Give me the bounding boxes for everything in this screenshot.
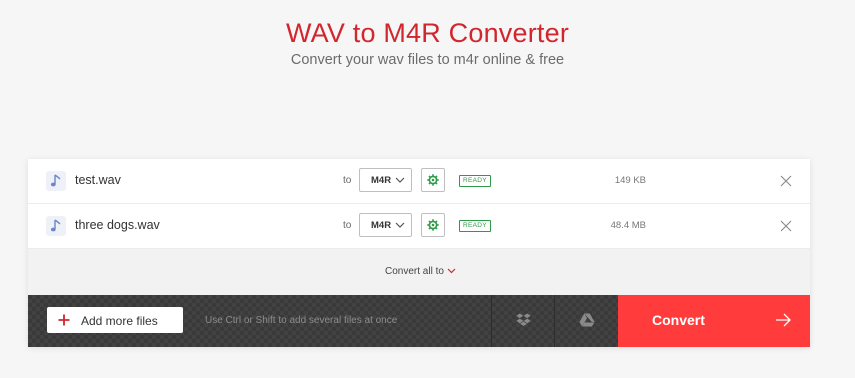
convert-label: Convert (652, 312, 705, 328)
to-label: to (343, 175, 352, 186)
convert-all-dropdown[interactable]: Convert all to (28, 249, 810, 295)
file-name: three dogs.wav (75, 218, 160, 232)
dropbox-button[interactable] (491, 295, 555, 347)
convert-all-label: Convert all to (385, 266, 444, 277)
file-size: 48.4 MB (610, 220, 646, 231)
google-drive-icon (579, 313, 595, 327)
format-value: M4R (371, 220, 392, 231)
chevron-down-icon (395, 177, 405, 183)
chevron-down-icon (447, 268, 456, 274)
google-drive-button[interactable] (554, 295, 618, 347)
format-select[interactable]: M4R (359, 168, 412, 192)
settings-button[interactable] (421, 213, 445, 237)
add-more-files-label: Add more files (81, 314, 158, 328)
music-note-icon (46, 216, 66, 236)
format-select[interactable]: M4R (359, 213, 412, 237)
format-value: M4R (371, 175, 392, 186)
status-badge: READY (459, 220, 491, 232)
multi-select-hint: Use Ctrl or Shift to add several files a… (205, 315, 398, 326)
music-note-icon (46, 171, 66, 191)
status-badge: READY (459, 175, 491, 187)
convert-button[interactable]: Convert (618, 295, 810, 347)
to-label: to (343, 220, 352, 231)
plus-icon (58, 314, 70, 326)
file-name: test.wav (75, 173, 121, 187)
arrow-right-icon (776, 313, 791, 327)
file-size: 149 KB (614, 175, 646, 186)
gear-icon (427, 174, 439, 186)
converter-panel: test.wav to M4R READY 149 KB three dogs.… (28, 159, 810, 347)
close-icon[interactable] (779, 219, 793, 233)
file-row: test.wav to M4R READY 149 KB (28, 159, 810, 204)
page-title: WAV to M4R Converter (285, 18, 570, 48)
close-icon[interactable] (779, 174, 793, 188)
add-more-files-button[interactable]: Add more files (47, 307, 183, 333)
settings-button[interactable] (421, 168, 445, 192)
action-bar: Add more files Use Ctrl or Shift to add … (28, 295, 810, 347)
gear-icon (427, 219, 439, 231)
page-subtitle: Convert your wav files to m4r online & f… (290, 52, 565, 68)
dropbox-icon (516, 313, 531, 326)
chevron-down-icon (395, 222, 405, 228)
file-row: three dogs.wav to M4R READY 48.4 MB (28, 204, 810, 249)
